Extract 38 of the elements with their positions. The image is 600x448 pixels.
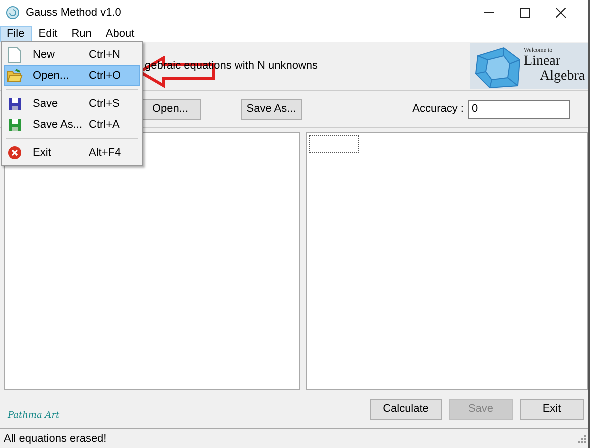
close-circle-icon bbox=[7, 144, 23, 160]
menu-item[interactable]: Open... Ctrl+O bbox=[4, 65, 140, 86]
menu-item[interactable]: File bbox=[0, 26, 32, 42]
close-icon[interactable] bbox=[556, 8, 566, 18]
menu-item[interactable]: Save Ctrl+S bbox=[4, 93, 140, 114]
menu-item[interactable]: Exit Alt+F4 bbox=[4, 142, 140, 163]
accuracy-label: Accuracy : bbox=[412, 103, 464, 116]
new-file-icon bbox=[7, 46, 23, 62]
logo-title: Linear bbox=[524, 54, 562, 70]
menu-item[interactable]: About bbox=[98, 26, 142, 42]
shortcut-text: Alt+F4 bbox=[89, 146, 122, 158]
menu-label: New bbox=[33, 48, 56, 60]
shortcut-text: Ctrl+O bbox=[89, 70, 122, 82]
menu-item[interactable]: Save As... Ctrl+A bbox=[4, 114, 140, 135]
maximize-icon[interactable] bbox=[520, 8, 530, 18]
menu-label: Save As... bbox=[33, 118, 84, 130]
logo-title: Algebra bbox=[539, 69, 586, 84]
action-button[interactable]: Exit bbox=[520, 398, 584, 420]
action-button[interactable]: Calculate bbox=[370, 398, 442, 420]
menu-label: Open... bbox=[33, 70, 70, 82]
status-text: All equations erased! bbox=[4, 432, 107, 445]
app-icon bbox=[6, 6, 20, 20]
menu-label: Save bbox=[33, 98, 60, 110]
shortcut-text: Ctrl+A bbox=[89, 118, 120, 130]
menu-item[interactable]: Edit bbox=[32, 26, 65, 42]
folder-icon bbox=[7, 68, 23, 84]
accuracy-field[interactable]: 0 bbox=[468, 100, 570, 119]
toolbar-button[interactable]: Save As... bbox=[241, 98, 302, 120]
menu-label: Exit bbox=[33, 146, 52, 158]
focus-rectangle bbox=[309, 135, 359, 154]
resize-grip-icon[interactable] bbox=[578, 434, 586, 443]
brand-signature: Pathma Art bbox=[8, 411, 60, 422]
menu-item[interactable]: New Ctrl+N bbox=[4, 44, 140, 65]
shortcut-text: Ctrl+N bbox=[89, 48, 120, 60]
toolbar-button[interactable]: Open... bbox=[140, 98, 201, 120]
window-title: Gauss Method v1.0 bbox=[26, 6, 122, 19]
menu-item[interactable]: Run bbox=[64, 26, 99, 42]
shortcut-text: Ctrl+S bbox=[89, 98, 120, 110]
